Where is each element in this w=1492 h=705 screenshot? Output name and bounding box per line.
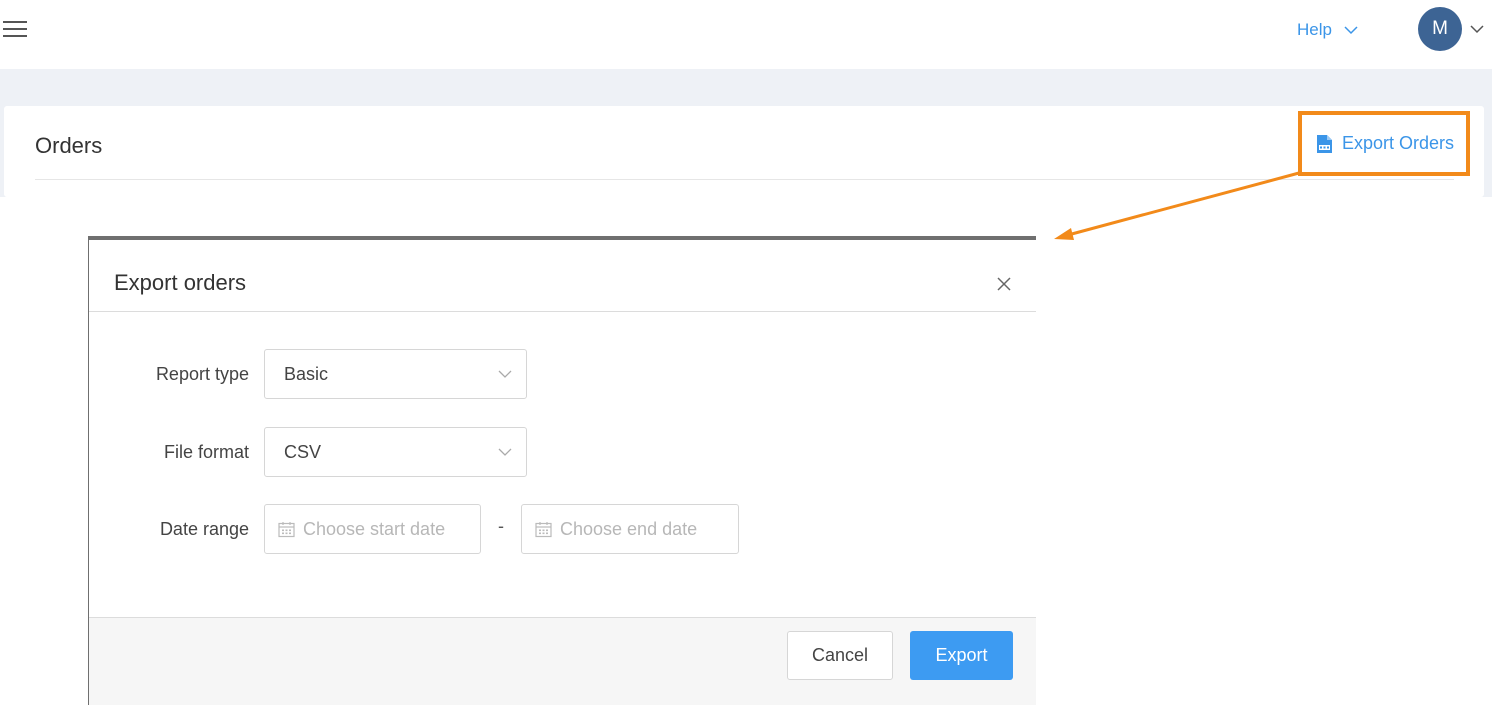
file-format-label: File format	[163, 442, 249, 462]
export-orders-button[interactable]: Export Orders	[1298, 111, 1470, 176]
calendar-icon	[278, 521, 295, 537]
chevron-down-icon[interactable]	[1469, 22, 1485, 34]
orders-card	[4, 106, 1484, 197]
chevron-down-icon	[498, 370, 512, 378]
divider	[89, 311, 1036, 312]
chevron-down-icon	[498, 448, 512, 456]
start-date-input[interactable]: Choose start date	[264, 504, 481, 554]
help-label: Help	[1297, 20, 1332, 39]
dialog-footer: Cancel Export	[89, 617, 1036, 705]
report-type-value: Basic	[284, 363, 329, 384]
report-type-select[interactable]: Basic	[264, 349, 527, 399]
date-range-label: Date range	[159, 519, 249, 539]
calendar-icon	[535, 521, 552, 537]
dialog-title: Export orders	[114, 270, 247, 295]
export-orders-dialog: Export orders Report type Basic File for…	[88, 236, 1036, 705]
top-bar: Help M	[0, 0, 1492, 69]
chevron-down-icon	[1344, 25, 1358, 34]
help-menu[interactable]: Help	[1297, 18, 1358, 42]
avatar[interactable]: M	[1418, 7, 1462, 51]
csv-file-icon	[1317, 134, 1332, 153]
cancel-button[interactable]: Cancel	[787, 631, 893, 680]
file-format-value: CSV	[284, 441, 322, 462]
file-format-select[interactable]: CSV	[264, 427, 527, 477]
close-icon[interactable]	[996, 276, 1012, 292]
export-orders-label: Export Orders	[1342, 133, 1455, 153]
end-date-placeholder: Choose end date	[560, 518, 698, 539]
page-title: Orders	[35, 133, 103, 158]
divider	[35, 179, 1454, 180]
date-range-separator: -	[498, 516, 504, 536]
hamburger-icon[interactable]	[3, 19, 27, 39]
export-button[interactable]: Export	[910, 631, 1013, 680]
start-date-placeholder: Choose start date	[303, 518, 446, 539]
report-type-label: Report type	[155, 364, 249, 384]
end-date-input[interactable]: Choose end date	[521, 504, 739, 554]
avatar-initial: M	[1432, 18, 1448, 39]
